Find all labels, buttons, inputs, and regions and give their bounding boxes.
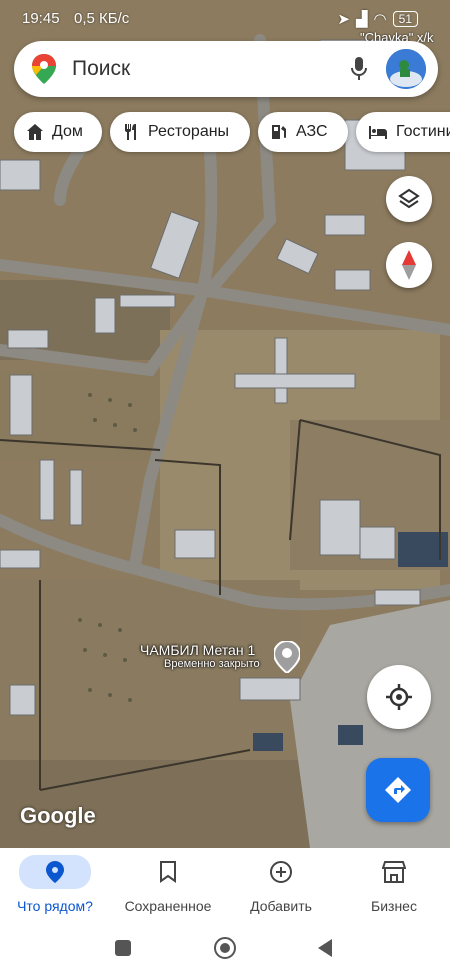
chip-label: Гостини (396, 123, 450, 140)
system-navigation-bar (0, 918, 450, 975)
hotel-icon (369, 126, 387, 139)
search-bar[interactable]: Поиск (14, 41, 438, 97)
add-circle-icon (270, 861, 292, 883)
compass-icon (402, 250, 416, 280)
nav-explore[interactable]: Что рядом? (0, 848, 110, 914)
chip-label: Рестораны (148, 123, 230, 140)
nav-business[interactable]: Бизнес (339, 848, 449, 914)
nav-add[interactable]: Добавить (226, 848, 336, 914)
bookmark-icon (160, 861, 176, 883)
wifi-icon: ◠ (373, 11, 387, 28)
my-location-button[interactable] (367, 665, 431, 729)
status-time: 19:45 (22, 10, 60, 27)
directions-icon (385, 777, 411, 803)
search-input[interactable]: Поиск (72, 57, 130, 81)
chip-restaurants[interactable]: Рестораны (110, 112, 250, 152)
poi-marker-icon[interactable] (272, 639, 302, 678)
explore-pin-icon (46, 861, 64, 883)
restaurant-icon (125, 124, 136, 140)
nav-label: Бизнес (371, 898, 417, 914)
layers-icon (398, 188, 420, 209)
battery-indicator: 51 (392, 11, 418, 27)
poi-status: Временно закрыто (164, 658, 260, 670)
layers-button[interactable] (386, 176, 432, 222)
avatar[interactable] (386, 49, 426, 89)
chip-gas-stations[interactable]: АЗС (258, 112, 348, 152)
gas-station-icon (272, 125, 286, 139)
poi-name: ЧАМБИЛ Метан 1 (140, 642, 256, 658)
poi-label[interactable]: ЧАМБИЛ Метан 1 Временно закрыто (140, 642, 260, 670)
home-icon (27, 124, 43, 140)
directions-button[interactable] (366, 758, 430, 822)
status-icons: ➤ ▟ ◠ 51 (337, 10, 418, 28)
recents-button[interactable] (115, 940, 131, 956)
back-button[interactable] (318, 939, 332, 957)
mic-icon[interactable] (350, 57, 368, 86)
chip-home[interactable]: Дом (14, 112, 102, 152)
chip-label: Дом (52, 123, 83, 140)
location-arrow-icon: ➤ (337, 11, 350, 28)
home-button[interactable] (214, 937, 236, 959)
nav-label: Добавить (250, 898, 312, 914)
nav-label: Сохраненное (124, 898, 212, 914)
store-icon (382, 861, 406, 883)
compass-button[interactable] (386, 242, 432, 288)
chip-label: АЗС (296, 123, 328, 140)
status-speed: 0,5 КБ/с (74, 10, 130, 27)
nav-label: Что рядом? (17, 898, 93, 914)
google-maps-logo-icon (32, 54, 56, 89)
bottom-navigation: Что рядом? Сохраненное Добавить Бизнес (0, 848, 450, 918)
nav-saved[interactable]: Сохраненное (113, 848, 223, 914)
google-logo: Google (20, 803, 96, 828)
chip-hotels[interactable]: Гостини (356, 112, 450, 152)
signal-icon: ▟ (356, 11, 368, 28)
crosshair-icon (386, 684, 412, 710)
